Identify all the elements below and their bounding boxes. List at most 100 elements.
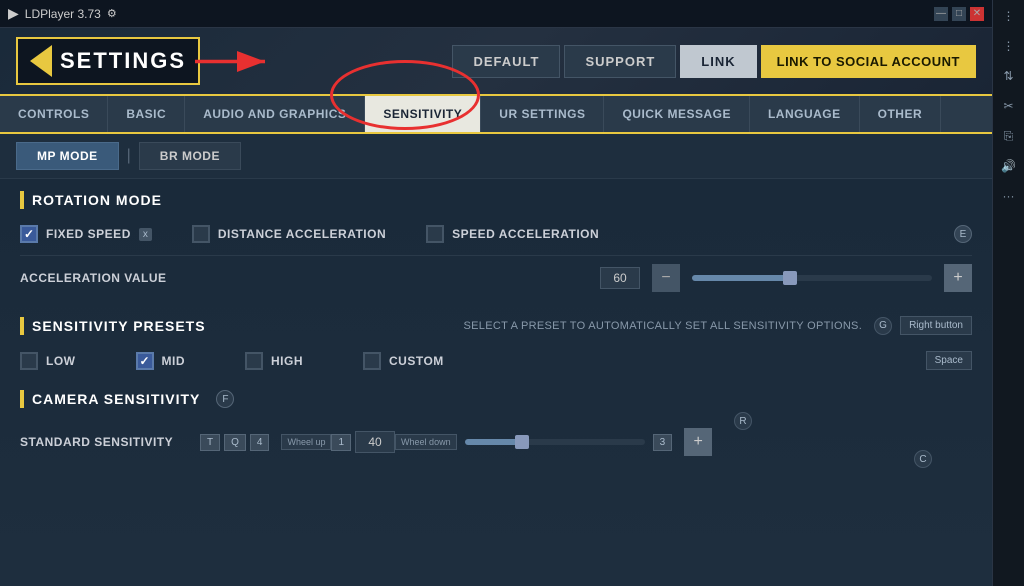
acceleration-value-label: ACCELERATION VALUE [20, 271, 180, 285]
g-shortcut-badge: G [874, 317, 892, 335]
app-name: LDPlayer 3.73 [25, 7, 101, 21]
distance-accel-label: DISTANCE ACCELERATION [218, 227, 386, 241]
presets-options-row: LOW MID HIGH CUSTOM Space [20, 347, 972, 374]
acceleration-plus-button[interactable]: + [944, 264, 972, 292]
preset-custom-checkbox[interactable] [363, 352, 381, 370]
t-key-badge: T [200, 434, 220, 451]
preset-low-checkbox[interactable] [20, 352, 38, 370]
fixed-speed-label: FIXED SPEED [46, 227, 131, 241]
wheel-down-badge: Wheel down [395, 434, 457, 450]
tab-controls[interactable]: CONTROLS [0, 96, 108, 132]
rotation-mode-title: ROTATION MODE [20, 191, 972, 209]
sidebar-icon-volume[interactable]: 🔊 [997, 154, 1021, 178]
sensitivity-presets-section: SENSITIVITY PRESETS SELECT A PRESET TO A… [20, 316, 972, 374]
presets-title-row: SENSITIVITY PRESETS [20, 317, 206, 335]
mode-divider: | [119, 147, 139, 165]
presets-header: SENSITIVITY PRESETS SELECT A PRESET TO A… [20, 316, 972, 335]
default-button[interactable]: DEFAULT [452, 45, 560, 78]
rotation-mode-section: ROTATION MODE FIXED SPEED x DISTANCE ACC… [20, 191, 972, 300]
right-sidebar: ⋮ ⋮ ⇅ ✂ ⎘ 🔊 ··· [992, 0, 1024, 586]
sidebar-icon-arrows[interactable]: ⇅ [997, 64, 1021, 88]
fixed-speed-x-badge: x [139, 228, 152, 241]
logo-arrow-icon [30, 45, 52, 77]
settings-header: SETTINGS DEFAULT SUPPORT LINK LINK TO SO… [0, 28, 992, 96]
tab-language[interactable]: LANGUAGE [750, 96, 860, 132]
support-button[interactable]: SUPPORT [564, 45, 676, 78]
f-shortcut-badge: F [216, 390, 234, 408]
space-badge: Space [926, 351, 972, 370]
camera-sensitivity-label: CAMERA SENSITIVITY [32, 391, 200, 407]
maximize-button[interactable]: □ [952, 7, 966, 21]
content-area: ROTATION MODE FIXED SPEED x DISTANCE ACC… [0, 179, 992, 586]
acceleration-value-display: 60 [600, 267, 640, 289]
distance-accel-checkbox[interactable] [192, 225, 210, 243]
section-bar-camera [20, 390, 24, 408]
close-button[interactable]: ✕ [970, 7, 984, 21]
distance-accel-option: DISTANCE ACCELERATION [192, 225, 386, 243]
speed-accel-option: SPEED ACCELERATION [426, 225, 599, 243]
e-shortcut-badge: E [954, 225, 972, 243]
tab-audio-graphics[interactable]: AUDIO AND GRAPHICS [185, 96, 365, 132]
preset-low: LOW [20, 352, 76, 370]
wheel-up-badge: Wheel up [281, 434, 331, 450]
preset-high-label: HIGH [271, 354, 303, 368]
presets-title-label: SENSITIVITY PRESETS [32, 318, 206, 334]
q-key-badge: Q [224, 434, 246, 451]
link-social-button[interactable]: LINK TO SOCIAL ACCOUNT [761, 45, 976, 78]
preset-low-label: LOW [46, 354, 76, 368]
preset-mid: MID [136, 352, 186, 370]
standard-sensitivity-track[interactable] [465, 439, 645, 445]
rotation-mode-label: ROTATION MODE [32, 192, 162, 208]
preset-custom: CUSTOM [363, 352, 444, 370]
standard-sensitivity-label: STANDARD SENSITIVITY [20, 435, 200, 449]
standard-sensitivity-value: 40 [355, 431, 395, 453]
presets-info-text: SELECT A PRESET TO AUTOMATICALLY SET ALL… [464, 320, 863, 332]
tab-basic[interactable]: BASIC [108, 96, 185, 132]
acceleration-minus-button[interactable]: − [652, 264, 680, 292]
acceleration-slider-track[interactable] [692, 275, 932, 281]
presets-info-row: SELECT A PRESET TO AUTOMATICALLY SET ALL… [464, 316, 973, 335]
camera-sensitivity-title: CAMERA SENSITIVITY F [20, 390, 972, 408]
nav-tabs: CONTROLS BASIC AUDIO AND GRAPHICS SENSIT… [0, 96, 992, 134]
rotation-options-row: FIXED SPEED x DISTANCE ACCELERATION SPEE… [20, 221, 972, 256]
preset-high-checkbox[interactable] [245, 352, 263, 370]
app-settings-icon: ⚙ [107, 7, 117, 20]
link-button[interactable]: LINK [680, 45, 756, 78]
preset-custom-label: CUSTOM [389, 354, 444, 368]
wheel-up-num-badge: 1 [331, 434, 351, 451]
minimize-button[interactable]: — [934, 7, 948, 21]
sidebar-icon-2[interactable]: ⋮ [997, 34, 1021, 58]
header-buttons: DEFAULT SUPPORT LINK LINK TO SOCIAL ACCO… [452, 45, 976, 78]
tab-sensitivity[interactable]: SENSITIVITY [365, 96, 481, 132]
tab-quick-message[interactable]: QUICK MESSAGE [604, 96, 750, 132]
settings-logo: SETTINGS [16, 37, 200, 85]
c-shortcut-badge: C [914, 450, 932, 468]
standard-sensitivity-row: STANDARD SENSITIVITY T Q 4 Wheel up 1 40… [20, 420, 972, 464]
speed-accel-label: SPEED ACCELERATION [452, 227, 599, 241]
sidebar-icon-more[interactable]: ··· [997, 184, 1021, 208]
camera-sensitivity-section: CAMERA SENSITIVITY F STANDARD SENSITIVIT… [20, 390, 972, 464]
sidebar-icon-scissors[interactable]: ✂ [997, 94, 1021, 118]
speed-accel-checkbox[interactable] [426, 225, 444, 243]
sidebar-icon-copy[interactable]: ⎘ [997, 124, 1021, 148]
title-bar: ▶ LDPlayer 3.73 ⚙ — □ ✕ [0, 0, 992, 28]
standard-sensitivity-plus-button[interactable]: + [684, 428, 712, 456]
section-bar-presets [20, 317, 24, 335]
tab-br-mode[interactable]: BR MODE [139, 142, 241, 170]
sidebar-icon-1[interactable]: ⋮ [997, 4, 1021, 28]
section-bar [20, 191, 24, 209]
tab-other[interactable]: OTHER [860, 96, 942, 132]
preset-mid-checkbox[interactable] [136, 352, 154, 370]
acceleration-value-row: ACCELERATION VALUE 60 − + [20, 256, 972, 300]
fixed-speed-option: FIXED SPEED x [20, 225, 152, 243]
r-shortcut-badge: R [734, 412, 752, 430]
preset-high: HIGH [245, 352, 303, 370]
right-button-badge: Right button [900, 316, 972, 335]
fixed-speed-checkbox[interactable] [20, 225, 38, 243]
tab-mp-mode[interactable]: MP MODE [16, 142, 119, 170]
mode-tabs: MP MODE | BR MODE [0, 134, 992, 179]
app-icon: ▶ [8, 5, 19, 22]
settings-title: SETTINGS [60, 48, 186, 74]
tab-ur-settings[interactable]: UR SETTINGS [481, 96, 604, 132]
preset-mid-label: MID [162, 354, 186, 368]
